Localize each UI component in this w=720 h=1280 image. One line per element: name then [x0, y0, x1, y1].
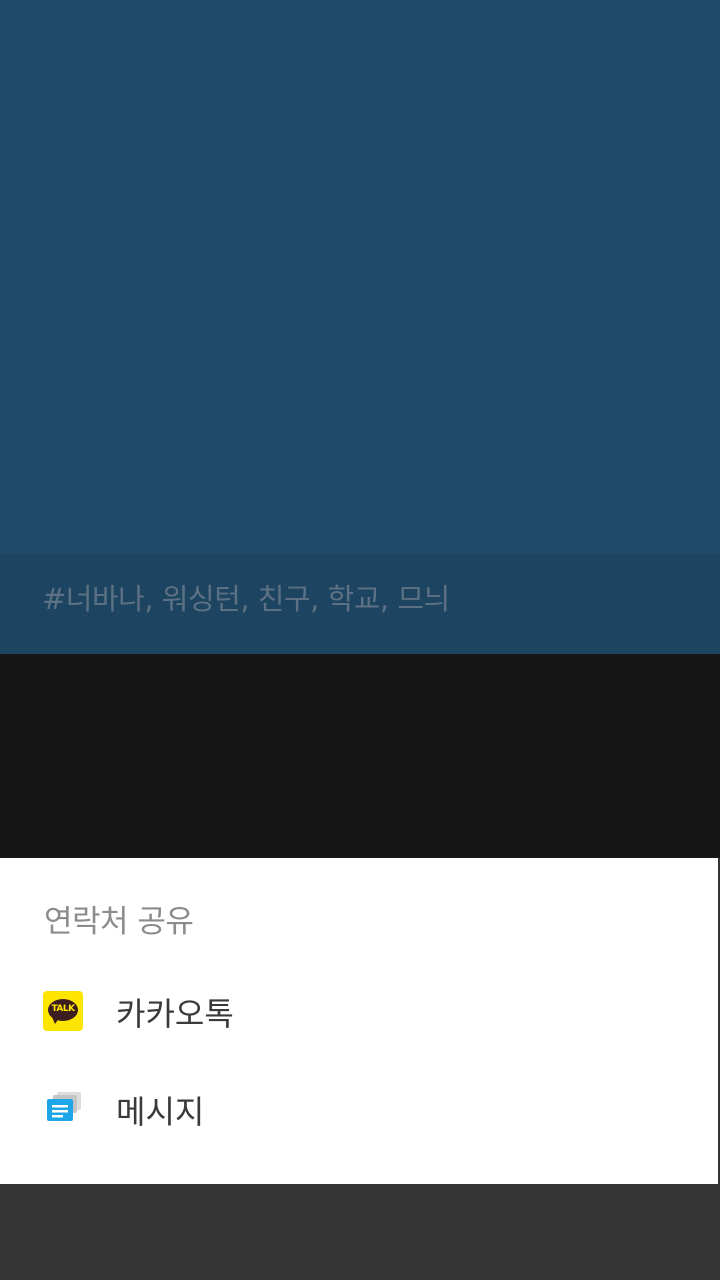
share-sheet: 연락처 공유 TALK 카카오톡 메시지 — [0, 858, 718, 1184]
share-option-messages[interactable]: 메시지 — [0, 1059, 718, 1157]
share-sheet-title: 연락처 공유 — [44, 904, 194, 940]
share-option-label: 메시지 — [116, 1093, 205, 1131]
bottom-overlay[interactable] — [0, 1184, 720, 1280]
kakaotalk-icon: TALK — [43, 991, 83, 1031]
background-card — [0, 0, 720, 554]
dim-overlay[interactable] — [0, 654, 720, 858]
share-option-label: 카카오톡 — [116, 995, 234, 1033]
share-option-kakaotalk[interactable]: TALK 카카오톡 — [0, 961, 718, 1059]
messages-icon — [43, 1089, 83, 1129]
hashtag-text: #너바나, 워싱턴, 친구, 학교, 므늬 — [42, 582, 450, 616]
kakaotalk-icon-text: TALK — [51, 1004, 75, 1014]
